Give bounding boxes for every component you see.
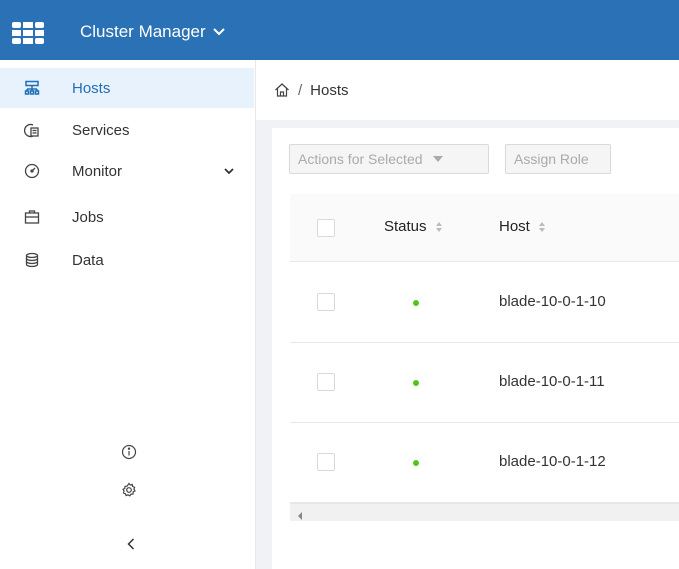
table-row[interactable]: blade-10-0-1-12 [290, 423, 679, 503]
app-switcher[interactable]: Cluster Manager [80, 22, 226, 42]
column-header-host[interactable]: Host [499, 218, 546, 235]
host-name[interactable]: blade-10-0-1-12 [499, 453, 606, 470]
assign-role-label: Assign Role [514, 151, 589, 167]
status-healthy-icon [413, 460, 419, 466]
jobs-icon [23, 208, 41, 226]
column-header-status[interactable]: Status [384, 218, 443, 235]
table-row[interactable]: blade-10-0-1-11 [290, 343, 679, 423]
assign-role-button[interactable]: Assign Role [505, 144, 611, 174]
sidebar-item-label: Hosts [72, 79, 111, 97]
chevron-down-icon [212, 22, 226, 42]
breadcrumb-current: Hosts [310, 81, 349, 99]
grid-logo-icon[interactable] [12, 22, 44, 44]
sidebar-item-monitor[interactable]: Monitor [0, 151, 254, 191]
sidebar-item-jobs[interactable]: Jobs [0, 197, 254, 237]
scroll-left-arrow-icon[interactable] [296, 508, 304, 520]
row-checkbox[interactable] [317, 293, 335, 311]
services-icon [23, 121, 41, 139]
column-header-label: Host [499, 218, 530, 235]
row-checkbox[interactable] [317, 453, 335, 471]
top-bar: Cluster Manager [0, 0, 679, 60]
host-name[interactable]: blade-10-0-1-11 [499, 373, 605, 390]
sidebar-item-data[interactable]: Data [0, 240, 254, 280]
sidebar-item-services[interactable]: Services [0, 110, 254, 150]
status-healthy-icon [413, 380, 419, 386]
info-icon[interactable] [120, 443, 138, 461]
settings-icon[interactable] [120, 481, 138, 499]
breadcrumb-separator: / [298, 81, 303, 99]
sidebar-item-hosts[interactable]: Hosts [0, 68, 254, 108]
row-checkbox[interactable] [317, 373, 335, 391]
sidebar-item-label: Monitor [72, 162, 123, 180]
actions-label: Actions for Selected [298, 151, 423, 167]
select-all-checkbox[interactable] [317, 219, 335, 237]
chevron-down-icon [222, 164, 236, 178]
breadcrumb: / Hosts [256, 60, 679, 120]
sort-icon [538, 221, 546, 233]
home-icon[interactable] [274, 82, 290, 98]
app-title: Cluster Manager [80, 22, 206, 41]
data-icon [23, 251, 41, 269]
host-name[interactable]: blade-10-0-1-10 [499, 293, 606, 310]
column-header-label: Status [384, 218, 427, 235]
horizontal-scrollbar[interactable] [290, 503, 679, 521]
sidebar: Hosts Services Monitor Jobs Data [0, 60, 256, 569]
monitor-icon [23, 162, 41, 180]
table-header: Status Host [290, 194, 679, 262]
hosts-icon [23, 79, 41, 97]
sidebar-item-label: Data [72, 251, 104, 269]
caret-down-icon [432, 156, 443, 162]
sidebar-item-label: Services [72, 121, 130, 139]
table-row[interactable]: blade-10-0-1-10 [290, 263, 679, 343]
sort-icon [435, 221, 443, 233]
actions-for-selected-dropdown[interactable]: Actions for Selected [289, 144, 489, 174]
status-healthy-icon [413, 300, 419, 306]
sidebar-item-label: Jobs [72, 208, 104, 226]
collapse-icon[interactable] [122, 535, 140, 553]
